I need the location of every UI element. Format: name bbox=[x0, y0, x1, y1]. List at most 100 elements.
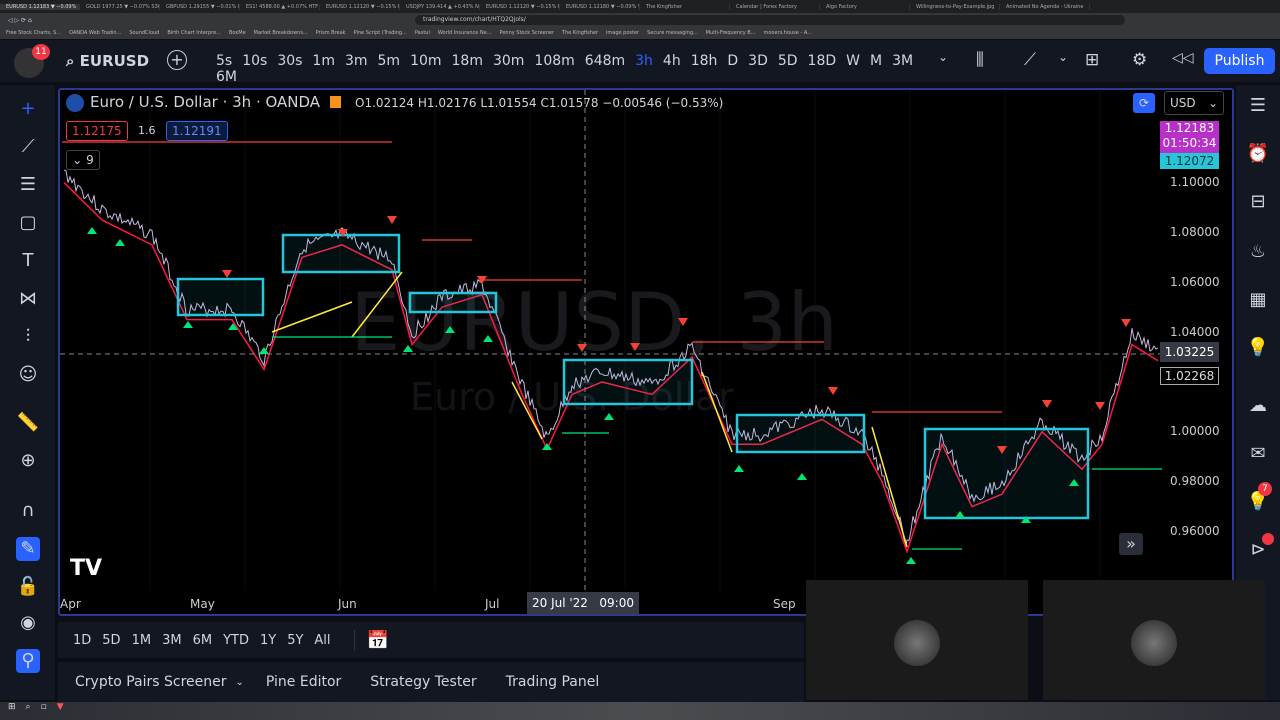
bookmark[interactable]: World Insurance Ne... bbox=[438, 27, 492, 39]
timeframe-10s[interactable]: 10s bbox=[242, 53, 267, 69]
chat-cloud-icon[interactable]: ☁ bbox=[1246, 395, 1270, 419]
timeframe-5s[interactable]: 5s bbox=[216, 53, 232, 69]
text-icon[interactable]: T bbox=[16, 249, 40, 273]
timeframe-3m[interactable]: 3m bbox=[345, 53, 368, 69]
calendar-icon[interactable]: ▦ bbox=[1246, 289, 1270, 313]
eye-icon[interactable]: ◉ bbox=[16, 611, 40, 635]
scroll-to-realtime-button[interactable]: » bbox=[1119, 533, 1143, 555]
browser-tab[interactable]: ES1! 4588.00 ▲ +0.07% HTF Cor bbox=[240, 3, 320, 10]
lock-drawing-icon[interactable]: ✎ bbox=[16, 537, 40, 561]
browser-tab[interactable]: EURUSD 1.12120 ▼ −0.15% FREE bbox=[320, 3, 400, 10]
indicators-toggle[interactable]: ⌄ 9 bbox=[66, 150, 100, 170]
nav-icons[interactable]: ◁ ▷ ⟳ ⌂ bbox=[8, 17, 32, 24]
auto-scale-button[interactable]: ⟳ bbox=[1133, 93, 1155, 113]
chevron-down-icon[interactable]: ⌄ bbox=[938, 50, 948, 64]
watchlist-icon[interactable]: ☰ bbox=[1246, 95, 1270, 119]
sell-button[interactable]: 1.12175 bbox=[66, 121, 128, 141]
timeframe-M[interactable]: M bbox=[870, 53, 882, 69]
crosshair-icon[interactable]: + bbox=[16, 97, 40, 121]
chart-canvas[interactable]: EURUSD, 3hEuro / U.S. Dollar bbox=[58, 88, 1234, 616]
range-5D[interactable]: 5D bbox=[102, 633, 120, 648]
browser-tab[interactable]: Calendar | Forex Factory bbox=[730, 3, 820, 10]
bookmark[interactable]: SoundCloud bbox=[129, 27, 159, 39]
ideas-lightbulb-icon[interactable]: 💡 bbox=[1246, 337, 1270, 361]
timeframe-18D[interactable]: 18D bbox=[808, 53, 837, 69]
bar-style-icon[interactable]: ⫼ bbox=[976, 50, 984, 70]
fib-icon[interactable]: ☰ bbox=[16, 173, 40, 197]
url-field[interactable]: tradingview.com/chart/HTQ2Qjols/ bbox=[415, 15, 1125, 25]
zoom-icon[interactable]: ⊕ bbox=[16, 449, 40, 473]
range-5Y[interactable]: 5Y bbox=[287, 633, 303, 648]
symbol-search[interactable]: ⌕ EURUSD bbox=[66, 52, 149, 70]
link-icon[interactable]: ⚲ bbox=[16, 649, 40, 673]
browser-tab[interactable]: EURUSD 1.12180 ▼ −0.09% VIDI bbox=[560, 3, 640, 10]
range-YTD[interactable]: YTD bbox=[223, 633, 249, 648]
indicators-icon[interactable]: ⟋ bbox=[1024, 50, 1036, 70]
timeframe-108m[interactable]: 108m bbox=[534, 53, 574, 69]
rewind-icon[interactable]: ◁◁ bbox=[1172, 50, 1194, 66]
bookmark[interactable]: image poster bbox=[606, 27, 639, 39]
taskbar-icons[interactable]: ⊞⌕▫ bbox=[8, 702, 57, 712]
object-tree-icon[interactable]: ⊟ bbox=[1246, 191, 1270, 215]
prediction-icon[interactable]: ⫶ bbox=[16, 325, 40, 349]
bookmark[interactable]: mooers.house - A... bbox=[763, 27, 811, 39]
browser-tab[interactable]: The Kingfisher bbox=[640, 3, 730, 10]
bookmark[interactable]: Penny Stock Screener bbox=[499, 27, 554, 39]
browser-tab[interactable]: Animated No Agenda - Ukraine bbox=[1000, 3, 1090, 10]
timeframe-D[interactable]: D bbox=[727, 53, 738, 69]
timeframe-3D[interactable]: 3D bbox=[748, 53, 768, 69]
timeframe-1m[interactable]: 1m bbox=[312, 53, 335, 69]
range-All[interactable]: All bbox=[314, 633, 330, 648]
bottom-tab[interactable]: Pine Editor bbox=[266, 674, 341, 690]
bookmark[interactable]: Prism Break bbox=[316, 27, 346, 39]
chevron-down-icon[interactable]: ⌄ bbox=[1058, 50, 1068, 64]
currency-select[interactable]: USD ⌄ bbox=[1164, 91, 1224, 115]
ruler-icon[interactable]: 📏 bbox=[16, 411, 40, 435]
bookmark[interactable]: Pine Script (Trading... bbox=[354, 27, 407, 39]
calendar-goto-icon[interactable]: 📅 bbox=[353, 629, 389, 651]
timeframe-3h[interactable]: 3h bbox=[635, 53, 653, 69]
bottom-tab[interactable]: Trading Panel bbox=[506, 674, 600, 690]
browser-tab[interactable]: GBPUSD 1.29155 ▼ −0.01% M1 bbox=[160, 3, 240, 10]
timeframe-3M[interactable]: 3M bbox=[892, 53, 913, 69]
browser-icon[interactable]: ▼ bbox=[57, 702, 64, 712]
timeframe-30s[interactable]: 30s bbox=[277, 53, 302, 69]
alarm-clock-icon[interactable]: ⏰ bbox=[1246, 143, 1270, 167]
bookmark[interactable]: Birth Chart Interpre... bbox=[167, 27, 221, 39]
hotlist-flame-icon[interactable]: ♨ bbox=[1246, 241, 1270, 265]
emoji-icon[interactable]: ☺ bbox=[16, 363, 40, 387]
rectangle-icon[interactable]: ▢ bbox=[16, 211, 40, 235]
range-1Y[interactable]: 1Y bbox=[260, 633, 276, 648]
timeframe-648m[interactable]: 648m bbox=[585, 53, 625, 69]
bookmark[interactable]: Market Breakdowns... bbox=[254, 27, 308, 39]
timeframe-30m[interactable]: 30m bbox=[493, 53, 524, 69]
timeframe-4h[interactable]: 4h bbox=[663, 53, 681, 69]
publish-button[interactable]: Publish bbox=[1204, 48, 1275, 74]
timeframe-18m[interactable]: 18m bbox=[452, 53, 483, 69]
price-chart[interactable]: EURUSD, 3hEuro / U.S. Dollar bbox=[60, 90, 1234, 616]
browser-tab[interactable]: USDJPY 139.414 ▲ +0.43% New bbox=[400, 3, 480, 10]
range-1D[interactable]: 1D bbox=[73, 633, 91, 648]
trendline-icon[interactable]: ⟋ bbox=[16, 135, 40, 159]
browser-tab[interactable]: EURUSD 1.12183 ▼ −0.09% bbox=[0, 3, 80, 10]
layout-grid-icon[interactable]: ⊞ bbox=[1085, 50, 1099, 70]
timeframe-10m[interactable]: 10m bbox=[410, 53, 441, 69]
browser-tab[interactable]: EURUSD 1.12120 ▼ −0.15% FREE bbox=[480, 3, 560, 10]
bookmark[interactable]: Pastul bbox=[415, 27, 430, 39]
timeframe-W[interactable]: W bbox=[846, 53, 860, 69]
browser-tab[interactable]: GOLD 1977.25 ▼ −0.07% S30 Co bbox=[80, 3, 160, 10]
bottom-tab[interactable]: Crypto Pairs Screener bbox=[75, 674, 227, 690]
chevron-down-icon[interactable]: ⌄ bbox=[236, 677, 244, 688]
compare-add-icon[interactable]: + bbox=[167, 50, 187, 70]
buy-button[interactable]: 1.12191 bbox=[166, 121, 228, 141]
bookmark[interactable]: Multi-Frequency B... bbox=[706, 27, 756, 39]
bottom-tab[interactable]: Strategy Tester bbox=[370, 674, 476, 690]
bookmark[interactable]: OANDA Web Tradin... bbox=[69, 27, 121, 39]
pattern-icon[interactable]: ⋈ bbox=[16, 287, 40, 311]
lock-icon[interactable]: 🔓 bbox=[16, 575, 40, 599]
bookmark[interactable]: The Kingfisher bbox=[562, 27, 598, 39]
bookmark[interactable]: Secure messaging... bbox=[647, 27, 698, 39]
browser-tab[interactable]: Willingness-to-Pay-Example.jpg bbox=[910, 3, 1000, 10]
settings-icon[interactable]: ⚙ bbox=[1132, 50, 1147, 70]
range-1M[interactable]: 1M bbox=[132, 633, 152, 648]
